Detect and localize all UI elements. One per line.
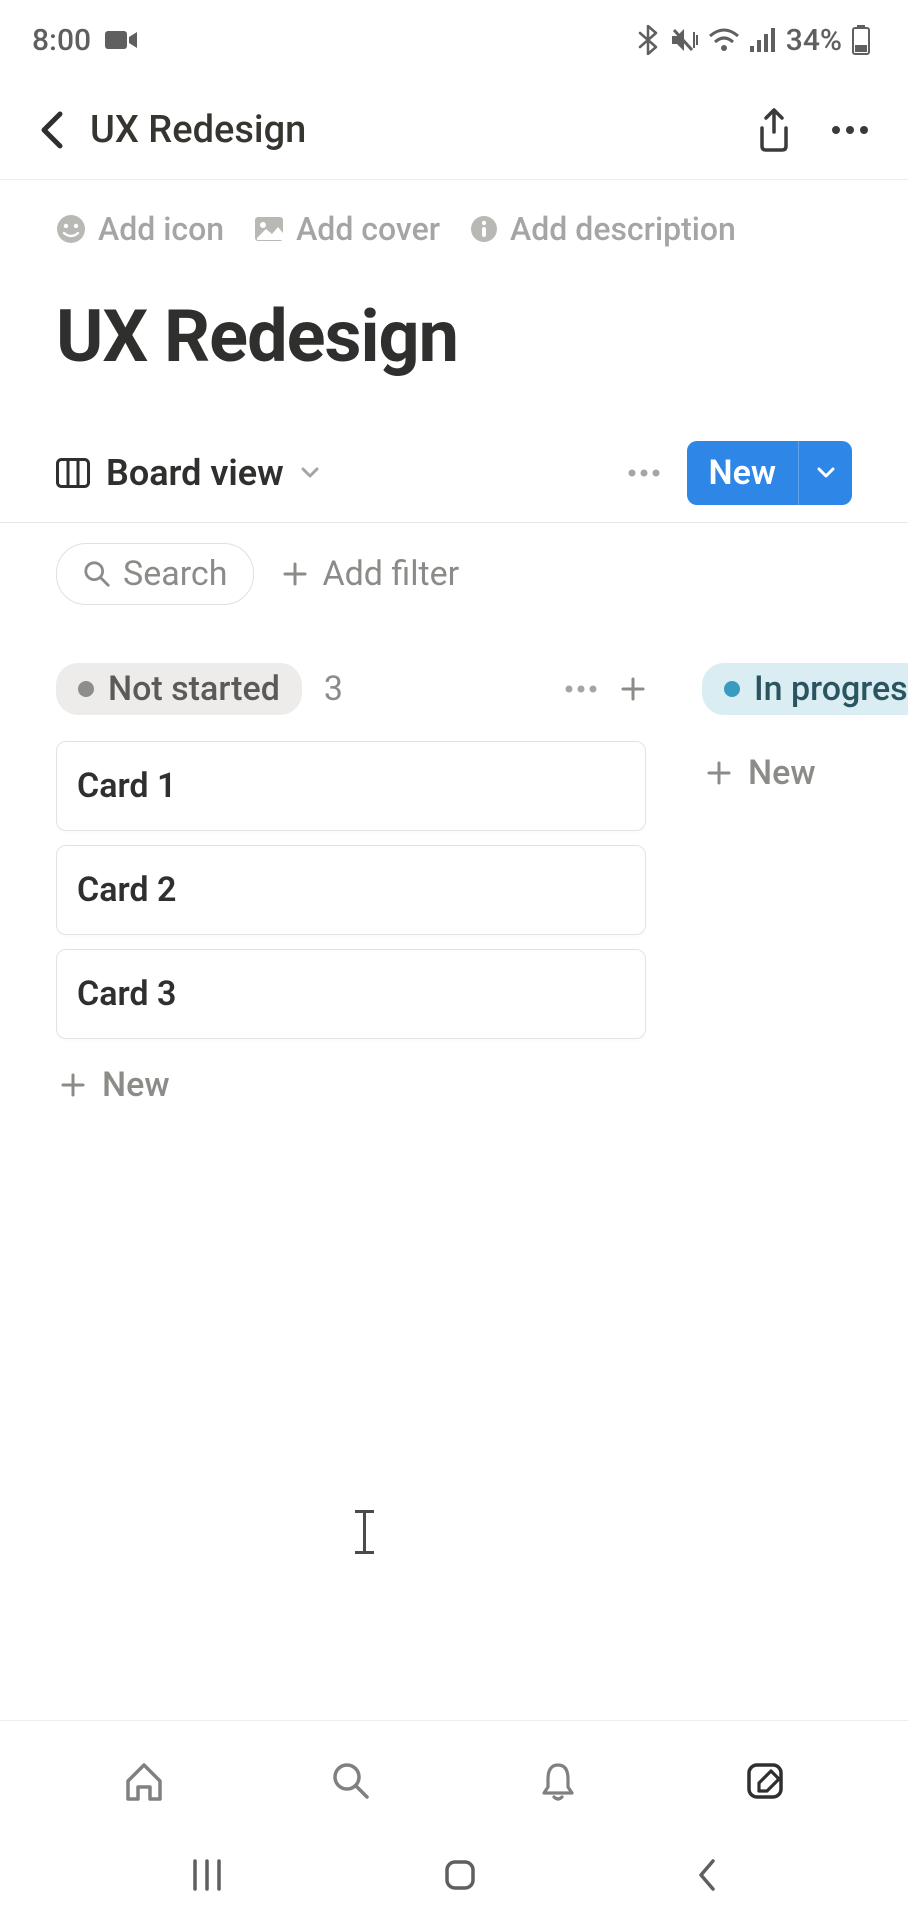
add-description-label: Add description: [510, 210, 736, 248]
page-title[interactable]: UX Redesign: [56, 294, 852, 379]
search-label: Search: [123, 554, 227, 594]
status-label: In progress: [754, 669, 908, 709]
new-button[interactable]: New: [687, 441, 852, 505]
tab-compose[interactable]: [725, 1741, 805, 1821]
video-recording-icon: [105, 28, 139, 52]
status-label: Not started: [108, 669, 280, 709]
board-view-icon: [56, 458, 90, 488]
new-card-label: New: [748, 753, 816, 793]
new-card-label: New: [102, 1065, 170, 1105]
share-button[interactable]: [750, 106, 798, 154]
column-count: 3: [324, 669, 343, 709]
new-card-button[interactable]: New: [702, 741, 908, 805]
view-row: Board view New: [0, 423, 908, 523]
status-dot-icon: [78, 681, 94, 697]
search-icon: [83, 560, 111, 588]
add-filter-button[interactable]: Add filter: [282, 554, 459, 594]
image-icon: [254, 216, 284, 242]
more-menu-button[interactable]: [826, 106, 874, 154]
page-breadcrumb[interactable]: UX Redesign: [90, 108, 750, 152]
add-cover-button[interactable]: Add cover: [254, 210, 440, 248]
search-button[interactable]: Search: [56, 543, 254, 605]
card[interactable]: Card 3: [56, 949, 646, 1039]
plus-icon: [706, 760, 732, 786]
smiley-icon: [56, 214, 86, 244]
card[interactable]: Card 2: [56, 845, 646, 935]
status-pill-not-started[interactable]: Not started: [56, 663, 302, 715]
board-column-not-started: Not started 3 Card 1 Card 2 Card 3 New: [56, 663, 646, 1117]
plus-icon: [60, 1072, 86, 1098]
text-cursor-icon: [352, 1508, 376, 1556]
signal-icon: [750, 28, 776, 52]
add-icon-label: Add icon: [98, 210, 224, 248]
status-pill-in-progress[interactable]: In progress: [702, 663, 908, 715]
bluetooth-icon: [638, 25, 658, 55]
add-icon-button[interactable]: Add icon: [56, 210, 224, 248]
android-back-button[interactable]: [695, 1857, 719, 1893]
chevron-down-icon: [300, 466, 320, 480]
battery-icon: [852, 25, 870, 55]
android-nav-bar: [0, 1840, 908, 1920]
app-top-bar: UX Redesign: [0, 80, 908, 180]
tab-home[interactable]: [104, 1741, 184, 1821]
android-status-bar: 8:00 34%: [0, 0, 908, 80]
back-button[interactable]: [24, 110, 80, 150]
add-filter-label: Add filter: [322, 554, 459, 594]
page-header: Add icon Add cover Add description UX Re…: [0, 180, 908, 379]
column-options-button[interactable]: [564, 684, 598, 694]
view-selector[interactable]: Board view: [56, 452, 320, 494]
new-button-dropdown[interactable]: [798, 441, 852, 505]
search-filter-row: Search Add filter: [0, 523, 908, 605]
tab-search[interactable]: [311, 1741, 391, 1821]
android-home-button[interactable]: [442, 1857, 478, 1893]
android-recents-button[interactable]: [189, 1857, 225, 1893]
info-icon: [470, 215, 498, 243]
add-cover-label: Add cover: [296, 210, 440, 248]
battery-percentage: 34%: [786, 23, 842, 58]
board: Not started 3 Card 1 Card 2 Card 3 New: [0, 605, 908, 1117]
plus-icon: [282, 561, 308, 587]
card[interactable]: Card 1: [56, 741, 646, 831]
status-dot-icon: [724, 681, 740, 697]
column-add-button[interactable]: [620, 676, 646, 702]
bottom-tab-bar: [0, 1720, 908, 1840]
add-description-button[interactable]: Add description: [470, 210, 736, 248]
new-button-label: New: [687, 441, 798, 505]
status-time: 8:00: [32, 23, 91, 58]
new-card-button[interactable]: New: [56, 1053, 646, 1117]
vibrate-mute-icon: [668, 26, 698, 54]
tab-notifications[interactable]: [518, 1741, 598, 1821]
board-column-in-progress: In progress New: [702, 663, 908, 1117]
wifi-icon: [708, 28, 740, 52]
view-label: Board view: [106, 452, 284, 494]
view-options-button[interactable]: [627, 468, 667, 478]
